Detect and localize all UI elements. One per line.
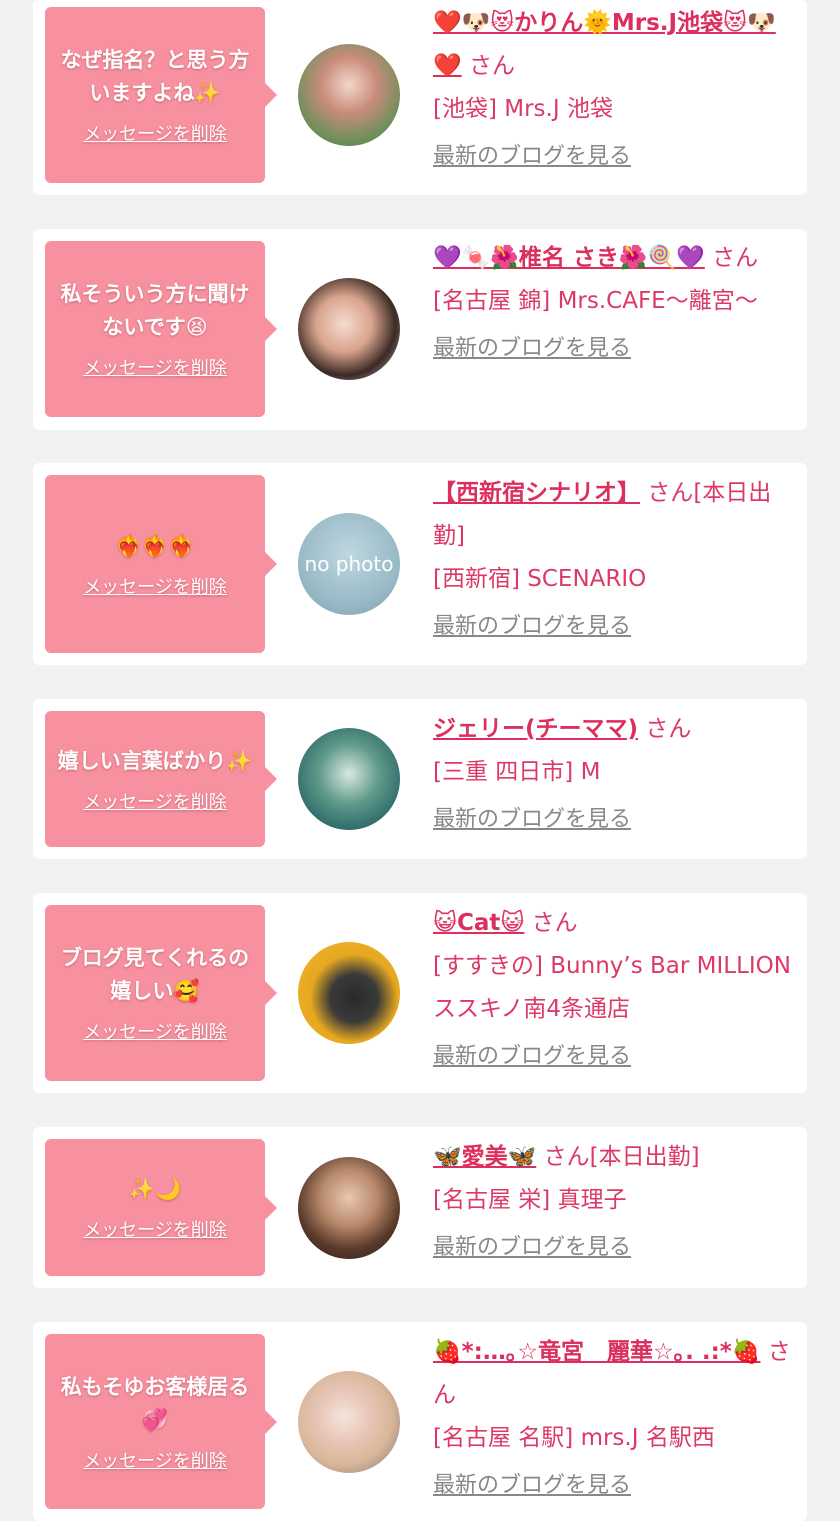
cast-info: 【西新宿シナリオ】 さん[本日出勤] [西新宿] SCENARIO 最新のブログ…: [433, 472, 795, 648]
name-line: 😺Cat😺 さん: [433, 902, 795, 945]
honorific: さん[本日出勤]: [543, 1144, 700, 1170]
message-card: ❤️‍🔥❤️‍🔥❤️‍🔥 メッセージを削除 no photo 【西新宿シナリオ】…: [33, 463, 807, 665]
name-line: ❤️🐶😻かりん🌞Mrs.J池袋😻🐶❤️ さん: [433, 2, 795, 88]
message-card: ブログ見てくれるの嬉しい🥰 メッセージを削除 😺Cat😺 さん [すすきの] B…: [33, 893, 807, 1093]
message-text: 私そういう方に聞けないです😫: [60, 282, 250, 339]
message-text: ❤️‍🔥❤️‍🔥❤️‍🔥: [115, 533, 195, 558]
latest-blog-link[interactable]: 最新のブログを見る: [433, 605, 631, 648]
message-card: ✨🌙 メッセージを削除 🦋愛美🦋 さん[本日出勤] [名古屋 栄] 真理子 最新…: [33, 1127, 807, 1288]
avatar[interactable]: [298, 44, 400, 146]
no-photo-placeholder: no photo: [298, 513, 400, 615]
honorific: さん: [531, 910, 578, 936]
latest-blog-link[interactable]: 最新のブログを見る: [433, 1464, 631, 1507]
message-bubble: ✨🌙 メッセージを削除: [45, 1139, 277, 1276]
cast-name-link[interactable]: 💜🍬🌺椎名 さき🌺🍭💜: [433, 245, 705, 271]
name-line: 💜🍬🌺椎名 さき🌺🍭💜 さん: [433, 237, 795, 280]
delete-message-link[interactable]: メッセージを削除: [83, 1447, 227, 1473]
shop-label: [名古屋 錦] Mrs.CAFE〜離宮〜: [433, 288, 758, 314]
delete-message-link[interactable]: メッセージを削除: [83, 1216, 227, 1242]
message-card: 嬉しい言葉ばかり✨ メッセージを削除 ジェリー(チーママ) さん [三重 四日市…: [33, 699, 807, 859]
avatar[interactable]: [298, 728, 400, 830]
message-text: ✨🌙: [128, 1177, 182, 1201]
delete-message-link[interactable]: メッセージを削除: [83, 354, 227, 380]
avatar[interactable]: [298, 1157, 400, 1259]
message-bubble: ブログ見てくれるの嬉しい🥰 メッセージを削除: [45, 905, 277, 1081]
avatar[interactable]: [298, 942, 400, 1044]
name-line: 🦋愛美🦋 さん[本日出勤]: [433, 1136, 795, 1179]
delete-message-link[interactable]: メッセージを削除: [83, 120, 227, 146]
message-text: なぜ指名？と思う方いますよね✨: [60, 48, 250, 105]
cast-name-link[interactable]: 🦋愛美🦋: [433, 1144, 536, 1170]
shop-label: [西新宿] SCENARIO: [433, 566, 647, 592]
delete-message-link[interactable]: メッセージを削除: [83, 1018, 227, 1044]
delete-message-link[interactable]: メッセージを削除: [83, 573, 227, 599]
avatar[interactable]: [298, 278, 400, 380]
cast-info: 💜🍬🌺椎名 さき🌺🍭💜 さん [名古屋 錦] Mrs.CAFE〜離宮〜 最新のブ…: [433, 237, 795, 370]
message-bubble: ❤️‍🔥❤️‍🔥❤️‍🔥 メッセージを削除: [45, 475, 277, 653]
honorific: さん: [468, 53, 515, 79]
message-card: 私そういう方に聞けないです😫 メッセージを削除 💜🍬🌺椎名 さき🌺🍭💜 さん […: [33, 229, 807, 430]
cast-info: 🦋愛美🦋 さん[本日出勤] [名古屋 栄] 真理子 最新のブログを見る: [433, 1136, 795, 1269]
message-card: なぜ指名？と思う方いますよね✨ メッセージを削除 ❤️🐶😻かりん🌞Mrs.J池袋…: [33, 0, 807, 195]
shop-label: [すすきの] Bunny’s Bar MILLION ススキノ南4条通店: [433, 953, 791, 1022]
name-line: 【西新宿シナリオ】 さん[本日出勤]: [433, 472, 795, 558]
message-bubble: 嬉しい言葉ばかり✨ メッセージを削除: [45, 711, 277, 847]
cast-info: ジェリー(チーママ) さん [三重 四日市] M 最新のブログを見る: [433, 708, 795, 841]
name-line: 🍓*:…｡☆竜宮 麗華☆｡. .:*🍓 さん: [433, 1331, 795, 1417]
avatar[interactable]: no photo: [298, 513, 400, 615]
latest-blog-link[interactable]: 最新のブログを見る: [433, 1035, 631, 1078]
cast-name-link[interactable]: ジェリー(チーママ): [433, 716, 638, 742]
avatar[interactable]: [298, 1371, 400, 1473]
latest-blog-link[interactable]: 最新のブログを見る: [433, 327, 631, 370]
cast-info: 🍓*:…｡☆竜宮 麗華☆｡. .:*🍓 さん [名古屋 名駅] mrs.J 名駅…: [433, 1331, 795, 1507]
honorific: さん: [645, 716, 692, 742]
message-card: 私もそゆお客様居る💞 メッセージを削除 🍓*:…｡☆竜宮 麗華☆｡. .:*🍓 …: [33, 1322, 807, 1521]
message-bubble: 私そういう方に聞けないです😫 メッセージを削除: [45, 241, 277, 417]
latest-blog-link[interactable]: 最新のブログを見る: [433, 798, 631, 841]
cast-info: 😺Cat😺 さん [すすきの] Bunny’s Bar MILLION ススキノ…: [433, 902, 795, 1078]
message-bubble: 私もそゆお客様居る💞 メッセージを削除: [45, 1334, 277, 1509]
message-text: ブログ見てくれるの嬉しい🥰: [60, 946, 250, 1003]
name-line: ジェリー(チーママ) さん: [433, 708, 795, 751]
cast-name-link[interactable]: 【西新宿シナリオ】: [433, 480, 640, 506]
latest-blog-link[interactable]: 最新のブログを見る: [433, 135, 631, 178]
shop-label: [名古屋 名駅] mrs.J 名駅西: [433, 1425, 715, 1451]
latest-blog-link[interactable]: 最新のブログを見る: [433, 1226, 631, 1269]
message-bubble: なぜ指名？と思う方いますよね✨ メッセージを削除: [45, 7, 277, 183]
honorific: さん: [712, 245, 759, 271]
message-text: 嬉しい言葉ばかり✨: [57, 748, 253, 773]
shop-label: [名古屋 栄] 真理子: [433, 1187, 627, 1213]
delete-message-link[interactable]: メッセージを削除: [83, 788, 227, 814]
message-text: 私もそゆお客様居る💞: [60, 1374, 250, 1432]
cast-name-link[interactable]: 😺Cat😺: [433, 910, 524, 936]
shop-label: [池袋] Mrs.J 池袋: [433, 96, 613, 122]
shop-label: [三重 四日市] M: [433, 759, 601, 785]
cast-info: ❤️🐶😻かりん🌞Mrs.J池袋😻🐶❤️ さん [池袋] Mrs.J 池袋 最新の…: [433, 2, 795, 178]
cast-name-link[interactable]: 🍓*:…｡☆竜宮 麗華☆｡. .:*🍓: [433, 1339, 760, 1365]
